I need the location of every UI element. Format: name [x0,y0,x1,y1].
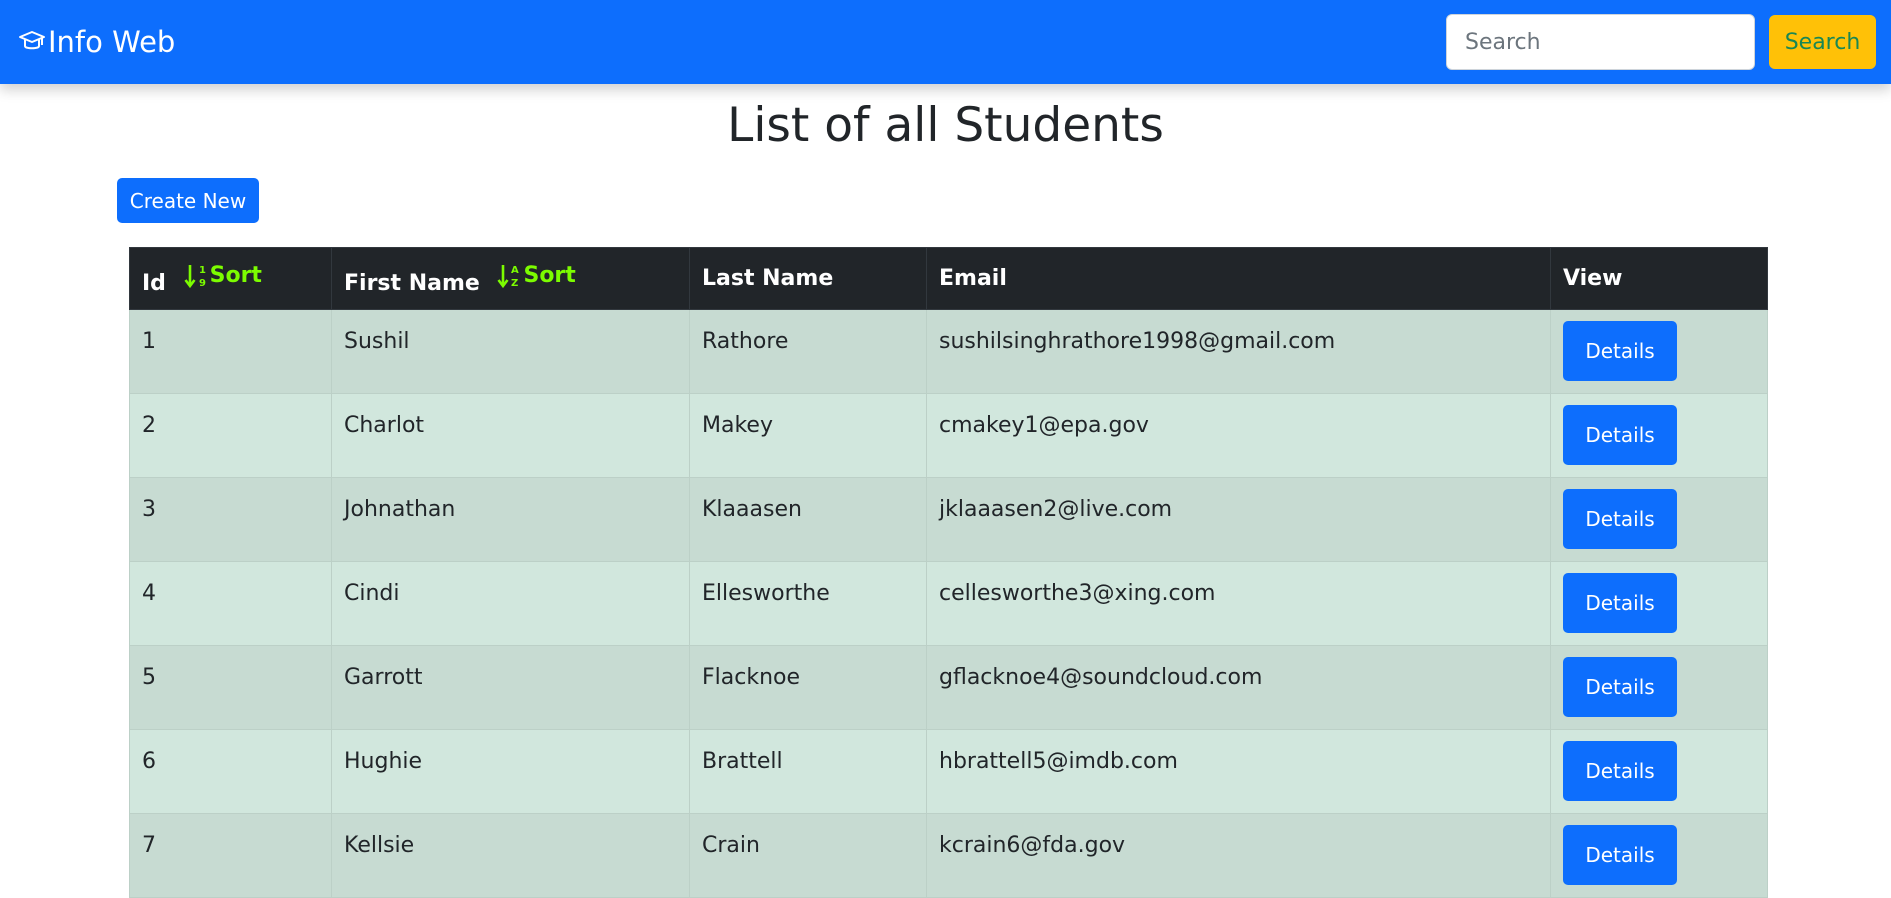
cell-id: 3 [129,477,332,562]
cell-first-name: Sushil [331,309,690,394]
cell-view: Details [1550,729,1768,814]
cell-email: cellesworthe3@xing.com [926,561,1551,646]
column-header-email: Email [926,247,1551,310]
cell-email: kcrain6@fda.gov [926,813,1551,898]
graduation-cap-icon [19,31,45,50]
cell-view: Details [1550,393,1768,478]
details-button[interactable]: Details [1563,741,1677,801]
sort-numeric-down-icon: 1 9 [184,264,206,289]
cell-first-name: Garrott [331,645,690,730]
navbar: Info Web Search [0,0,1891,84]
cell-last-name: Klaaasen [689,477,927,562]
sort-alpha-down-icon: A Z [497,264,519,289]
students-table: Id 1 9 Sort First Name A Z Sort Last Nam… [129,247,1768,898]
cell-last-name: Ellesworthe [689,561,927,646]
table-row: 4 Cindi Ellesworthe cellesworthe3@xing.c… [129,561,1768,646]
cell-view: Details [1550,309,1768,394]
column-header-id: Id 1 9 Sort [129,247,332,310]
column-header-label: Id [142,270,166,296]
details-button[interactable]: Details [1563,405,1677,465]
svg-text:1: 1 [199,265,206,276]
cell-first-name: Charlot [331,393,690,478]
cell-id: 5 [129,645,332,730]
page-title: List of all Students [727,98,1164,153]
cell-last-name: Brattell [689,729,927,814]
table-header-row: Id 1 9 Sort First Name A Z Sort Last Nam… [129,247,1768,310]
cell-id: 2 [129,393,332,478]
brand-label: Info Web [48,25,176,59]
details-button[interactable]: Details [1563,573,1677,633]
cell-id: 1 [129,309,332,394]
column-header-last-name: Last Name [689,247,927,310]
details-button[interactable]: Details [1563,489,1677,549]
table-row: 5 Garrott Flacknoe gflacknoe4@soundcloud… [129,645,1768,730]
cell-email: gflacknoe4@soundcloud.com [926,645,1551,730]
svg-text:Z: Z [511,278,518,289]
cell-view: Details [1550,477,1768,562]
sort-by-first-name-link[interactable]: A Z Sort [497,262,576,290]
svg-text:A: A [511,265,519,276]
details-button[interactable]: Details [1563,321,1677,381]
cell-first-name: Cindi [331,561,690,646]
column-header-view: View [1550,247,1768,310]
details-button[interactable]: Details [1563,825,1677,885]
sort-by-id-link[interactable]: 1 9 Sort [184,262,262,290]
cell-first-name: Kellsie [331,813,690,898]
cell-view: Details [1550,561,1768,646]
cell-id: 4 [129,561,332,646]
cell-last-name: Rathore [689,309,927,394]
cell-first-name: Hughie [331,729,690,814]
cell-last-name: Flacknoe [689,645,927,730]
cell-email: jklaaasen2@live.com [926,477,1551,562]
table-row: 3 Johnathan Klaaasen jklaaasen2@live.com… [129,477,1768,562]
svg-text:9: 9 [199,278,206,289]
table-row: 2 Charlot Makey cmakey1@epa.gov Details [129,393,1768,478]
cell-view: Details [1550,645,1768,730]
cell-id: 7 [129,813,332,898]
column-header-label: First Name [344,270,480,296]
cell-email: hbrattell5@imdb.com [926,729,1551,814]
create-new-button[interactable]: Create New [117,178,259,223]
table-row: 7 Kellsie Crain kcrain6@fda.gov Details [129,813,1768,898]
table-row: 1 Sushil Rathore sushilsinghrathore1998@… [129,309,1768,394]
cell-last-name: Makey [689,393,927,478]
cell-email: cmakey1@epa.gov [926,393,1551,478]
column-header-first-name: First Name A Z Sort [331,247,690,310]
cell-view: Details [1550,813,1768,898]
search-button[interactable]: Search [1769,15,1876,69]
details-button[interactable]: Details [1563,657,1677,717]
table-row: 6 Hughie Brattell hbrattell5@imdb.com De… [129,729,1768,814]
cell-id: 6 [129,729,332,814]
cell-first-name: Johnathan [331,477,690,562]
sort-label: Sort [209,263,262,288]
cell-last-name: Crain [689,813,927,898]
sort-label: Sort [523,263,576,288]
search-input[interactable] [1446,14,1755,70]
cell-email: sushilsinghrathore1998@gmail.com [926,309,1551,394]
brand-link[interactable]: Info Web [18,24,175,60]
